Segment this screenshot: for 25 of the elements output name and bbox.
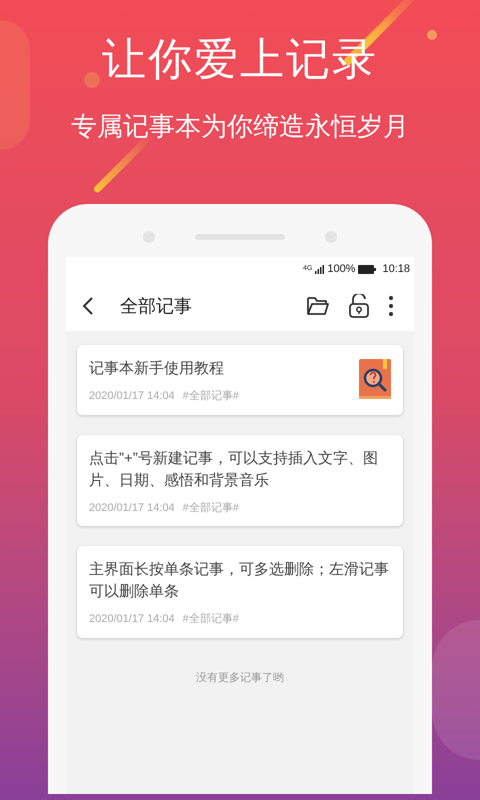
book-magnifier-icon bbox=[359, 359, 391, 399]
battery-icon bbox=[358, 264, 376, 274]
note-text: 记事本新手使用教程 bbox=[89, 359, 225, 379]
headline: 让你爱上记录 bbox=[102, 34, 378, 86]
note-card[interactable]: 主界面长按单条记事，可多选删除；左滑记事可以删除单条 2020/01/17 14:04 #全部记事# bbox=[77, 546, 403, 638]
more-icon[interactable] bbox=[388, 295, 394, 317]
note-tag: #全部记事# bbox=[182, 500, 239, 516]
screen-title: 全部记事 bbox=[120, 294, 192, 318]
note-text: 主界面长按单条记事，可多选删除；左滑记事可以删除单条 bbox=[89, 560, 390, 602]
end-of-list-message: 没有更多记事了哟 bbox=[195, 670, 285, 686]
note-card[interactable]: 点击”+”号新建记事，可以支持插入文字、图片、日期、感悟和背景音乐 2020/01/17 14:04 #全部记事# bbox=[77, 434, 403, 526]
battery-percent: 100% bbox=[327, 262, 356, 277]
note-text: 点击”+”号新建记事，可以支持插入文字、图片、日期、感悟和背景音乐 bbox=[89, 448, 379, 490]
note-tag: #全部记事# bbox=[182, 388, 239, 404]
note-date: 2020/01/17 14:04 bbox=[89, 500, 175, 516]
subtitle: 专属记事本为你缔造永恒岁月 bbox=[71, 110, 409, 143]
folder-icon[interactable] bbox=[306, 296, 330, 316]
clock: 10:18 bbox=[382, 262, 410, 277]
signal-icon bbox=[315, 264, 324, 274]
note-date: 2020/01/17 14:04 bbox=[89, 389, 175, 404]
note-tag: #全部记事# bbox=[182, 611, 239, 628]
note-card[interactable]: 记事本新手使用教程 2020/01/17 14:04 #全部记事# bbox=[77, 345, 403, 414]
back-icon[interactable] bbox=[82, 297, 94, 315]
lock-icon[interactable] bbox=[348, 294, 370, 318]
note-date: 2020/01/17 14:04 bbox=[89, 612, 175, 627]
